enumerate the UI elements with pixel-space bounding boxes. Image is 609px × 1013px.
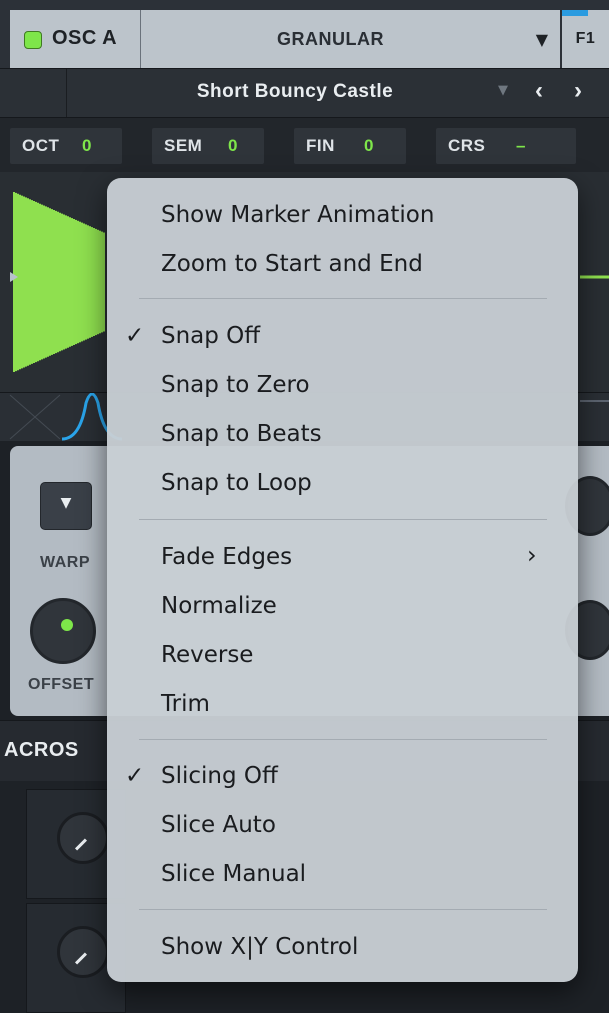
previous-preset-button[interactable]: ‹ xyxy=(535,77,544,105)
oscillator-name: OSC A xyxy=(52,27,118,49)
divider xyxy=(66,69,67,117)
oscillator-header: OSC A GRANULAR ▼ F1 xyxy=(0,0,609,69)
chevron-down-icon: ▼ xyxy=(535,30,548,49)
chevron-right-icon: › xyxy=(527,541,537,569)
fine-label: FIN xyxy=(306,136,335,155)
offset-label: OFFSET xyxy=(28,676,95,693)
tuning-controls: OCT 0 SEM 0 FIN 0 CRS – xyxy=(0,118,609,172)
octave-value: 0 xyxy=(82,136,92,155)
menu-item-normalize[interactable]: Normalize xyxy=(161,593,277,619)
warp-mode-button[interactable]: ▼ xyxy=(40,482,92,530)
filter-route-label: F1 xyxy=(575,30,596,47)
menu-separator xyxy=(139,519,547,520)
offset-knob[interactable] xyxy=(30,598,96,664)
preset-browser: Short Bouncy Castle ▼ ‹ › xyxy=(0,69,609,118)
menu-item-slice-manual[interactable]: Slice Manual xyxy=(161,861,306,887)
filter-route-indicator xyxy=(562,10,588,16)
menu-item-snap-to-loop[interactable]: Snap to Loop xyxy=(161,470,312,496)
octave-label: OCT xyxy=(22,136,60,155)
macros-label: ACROS xyxy=(4,739,79,761)
oscillator-toggle[interactable]: OSC A xyxy=(10,10,141,68)
checkmark-icon: ✓ xyxy=(125,323,145,349)
next-preset-button[interactable]: › xyxy=(574,77,583,105)
menu-item-snap-off[interactable]: Snap Off xyxy=(161,323,260,349)
menu-item-fade-edges[interactable]: Fade Edges xyxy=(161,544,292,570)
menu-item-snap-to-beats[interactable]: Snap to Beats xyxy=(161,421,322,447)
checkmark-icon: ✓ xyxy=(125,763,145,789)
semitone-value: 0 xyxy=(228,136,238,155)
semitone-label: SEM xyxy=(164,136,203,155)
preset-name[interactable]: Short Bouncy Castle xyxy=(120,81,470,103)
coarse-label: CRS xyxy=(448,136,486,155)
preset-menu-icon[interactable]: ▼ xyxy=(498,83,508,98)
fine-control[interactable]: FIN 0 xyxy=(294,128,406,164)
menu-item-snap-to-zero[interactable]: Snap to Zero xyxy=(161,372,310,398)
warp-label: WARP xyxy=(40,554,90,571)
menu-item-slice-auto[interactable]: Slice Auto xyxy=(161,812,276,838)
coarse-control[interactable]: CRS – xyxy=(436,128,576,164)
menu-item-show-xy-control[interactable]: Show X|Y Control xyxy=(161,934,358,960)
macro-knob[interactable] xyxy=(57,812,109,864)
octave-control[interactable]: OCT 0 xyxy=(10,128,122,164)
macro-knob[interactable] xyxy=(57,926,109,978)
fine-value: 0 xyxy=(364,136,374,155)
menu-item-trim[interactable]: Trim xyxy=(161,691,210,717)
oscillator-enabled-led[interactable] xyxy=(24,31,42,49)
coarse-value: – xyxy=(516,136,526,155)
sample-context-menu: Show Marker Animation Zoom to Start and … xyxy=(107,178,578,982)
semitone-control[interactable]: SEM 0 xyxy=(152,128,264,164)
menu-separator xyxy=(139,739,547,740)
menu-item-reverse[interactable]: Reverse xyxy=(161,642,253,668)
menu-item-show-marker-animation[interactable]: Show Marker Animation xyxy=(161,202,434,228)
menu-item-slicing-off[interactable]: Slicing Off xyxy=(161,763,278,789)
menu-separator xyxy=(139,909,547,910)
menu-separator xyxy=(139,298,547,299)
oscillator-mode-label: GRANULAR xyxy=(277,29,384,49)
oscillator-mode-dropdown[interactable]: GRANULAR ▼ xyxy=(141,10,560,68)
menu-item-zoom-to-start-and-end[interactable]: Zoom to Start and End xyxy=(161,251,423,277)
chevron-down-icon: ▼ xyxy=(60,495,72,511)
filter-route-button[interactable]: F1 xyxy=(562,10,609,68)
